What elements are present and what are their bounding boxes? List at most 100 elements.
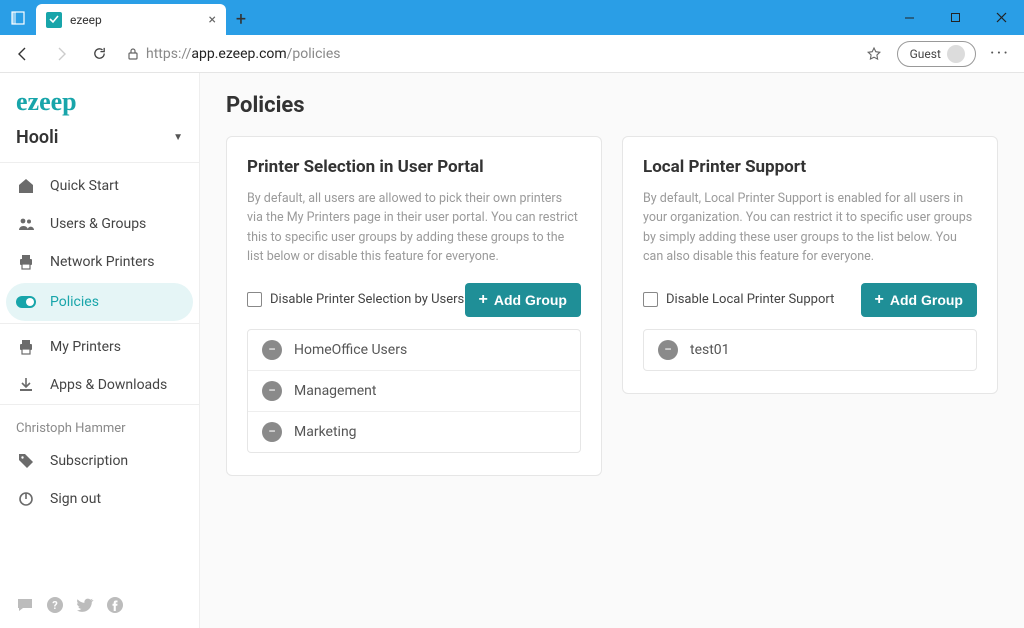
remove-group-button[interactable]: −	[262, 422, 282, 442]
app-frame: ezeep Hooli ▼ Quick Start Users & Groups…	[0, 73, 1024, 628]
add-group-button[interactable]: + Add Group	[861, 283, 977, 317]
help-icon[interactable]: ?	[46, 596, 64, 614]
logo[interactable]: ezeep	[0, 73, 199, 123]
svg-text:?: ?	[52, 599, 58, 612]
checkbox-icon	[643, 292, 658, 307]
address-bar[interactable]: https://app.ezeep.com/policies	[122, 46, 851, 62]
group-name: test01	[690, 342, 730, 358]
refresh-button[interactable]	[84, 39, 114, 69]
remove-group-button[interactable]: −	[262, 340, 282, 360]
disable-checkbox[interactable]: Disable Local Printer Support	[643, 292, 834, 307]
group-name: Marketing	[294, 424, 357, 440]
back-button[interactable]	[8, 39, 38, 69]
group-name: HomeOffice Users	[294, 342, 407, 358]
card-title: Printer Selection in User Portal	[247, 157, 581, 177]
sidebar-item-label: Apps & Downloads	[50, 377, 167, 393]
sidebar-item-users-groups[interactable]: Users & Groups	[0, 205, 199, 243]
tab-close-icon[interactable]: ×	[209, 12, 216, 28]
group-row: − HomeOffice Users	[248, 330, 580, 371]
policy-card-printer-selection: Printer Selection in User Portal By defa…	[226, 136, 602, 476]
sidebar-item-label: Users & Groups	[50, 216, 146, 232]
profile-button[interactable]: Guest	[897, 41, 976, 67]
sidebar-item-policies[interactable]: Policies	[6, 283, 193, 321]
printer-icon	[16, 338, 36, 356]
sidebar-item-label: Subscription	[50, 453, 128, 469]
group-row: − Management	[248, 371, 580, 412]
page-title: Policies	[226, 93, 998, 118]
disable-checkbox[interactable]: Disable Printer Selection by Users	[247, 292, 464, 307]
sidebar-item-label: Network Printers	[50, 254, 155, 270]
window-maximize-button[interactable]	[932, 0, 978, 35]
url-path: /policies	[287, 46, 341, 62]
card-title: Local Printer Support	[643, 157, 977, 177]
card-description: By default, all users are allowed to pic…	[247, 189, 581, 267]
policy-cards: Printer Selection in User Portal By defa…	[226, 136, 998, 476]
checkbox-label: Disable Printer Selection by Users	[270, 292, 464, 307]
group-list: − HomeOffice Users − Management − Market…	[247, 329, 581, 453]
card-actions: Disable Printer Selection by Users + Add…	[247, 283, 581, 317]
new-tab-button[interactable]: +	[226, 4, 256, 35]
card-description: By default, Local Printer Support is ena…	[643, 189, 977, 267]
sidebar-item-my-printers[interactable]: My Printers	[0, 328, 199, 366]
org-selector[interactable]: Hooli ▼	[0, 123, 199, 162]
group-row: − test01	[644, 330, 976, 370]
plus-icon: +	[479, 291, 488, 309]
browser-tab[interactable]: ezeep ×	[36, 4, 226, 35]
window-controls	[886, 0, 1024, 35]
checkbox-label: Disable Local Printer Support	[666, 292, 834, 307]
add-group-label: Add Group	[890, 292, 963, 308]
sidebar-item-apps-downloads[interactable]: Apps & Downloads	[0, 366, 199, 404]
remove-group-button[interactable]: −	[658, 340, 678, 360]
tab-title: ezeep	[70, 13, 201, 27]
window-minimize-button[interactable]	[886, 0, 932, 35]
plus-icon: +	[875, 291, 884, 309]
social-links: ?	[0, 582, 199, 628]
profile-label: Guest	[910, 47, 941, 61]
main-content: Policies Printer Selection in User Porta…	[200, 73, 1024, 628]
divider	[0, 323, 199, 324]
sidebar-item-network-printers[interactable]: Network Printers	[0, 243, 199, 281]
group-row: − Marketing	[248, 412, 580, 452]
app-menu-icon[interactable]	[0, 0, 36, 35]
sidebar-item-subscription[interactable]: Subscription	[0, 442, 199, 480]
address-url: https://app.ezeep.com/policies	[146, 46, 340, 62]
checkbox-icon	[247, 292, 262, 307]
add-group-label: Add Group	[494, 292, 567, 308]
tab-favicon	[46, 12, 62, 28]
sidebar-item-quick-start[interactable]: Quick Start	[0, 167, 199, 205]
logo-text: ezeep	[16, 87, 77, 116]
url-scheme: https://	[146, 46, 191, 62]
browser-menu-button[interactable]: ···	[984, 43, 1016, 64]
sidebar-item-signout[interactable]: Sign out	[0, 480, 199, 518]
power-icon	[16, 490, 36, 508]
users-icon	[16, 215, 36, 233]
toggle-icon	[16, 296, 36, 308]
window-close-button[interactable]	[978, 0, 1024, 35]
lock-icon	[126, 47, 140, 61]
twitter-icon[interactable]	[76, 596, 94, 614]
printer-icon	[16, 253, 36, 271]
add-group-button[interactable]: + Add Group	[465, 283, 581, 317]
forward-button[interactable]	[46, 39, 76, 69]
card-actions: Disable Local Printer Support + Add Grou…	[643, 283, 977, 317]
group-name: Management	[294, 383, 376, 399]
divider	[0, 162, 199, 163]
chat-icon[interactable]	[16, 596, 34, 614]
sidebar-item-label: Quick Start	[50, 178, 119, 194]
home-icon	[16, 177, 36, 195]
group-list: − test01	[643, 329, 977, 371]
divider	[0, 404, 199, 405]
avatar-icon	[947, 45, 965, 63]
current-user-name: Christoph Hammer	[0, 409, 199, 442]
sidebar: ezeep Hooli ▼ Quick Start Users & Groups…	[0, 73, 200, 628]
favorites-button[interactable]	[859, 39, 889, 69]
download-icon	[16, 376, 36, 394]
url-host: app.ezeep.com	[191, 46, 286, 62]
sidebar-item-label: My Printers	[50, 339, 121, 355]
org-name: Hooli	[16, 127, 58, 148]
policy-card-local-printer: Local Printer Support By default, Local …	[622, 136, 998, 394]
remove-group-button[interactable]: −	[262, 381, 282, 401]
tag-icon	[16, 452, 36, 470]
window-titlebar: ezeep × +	[0, 0, 1024, 35]
facebook-icon[interactable]	[106, 596, 124, 614]
